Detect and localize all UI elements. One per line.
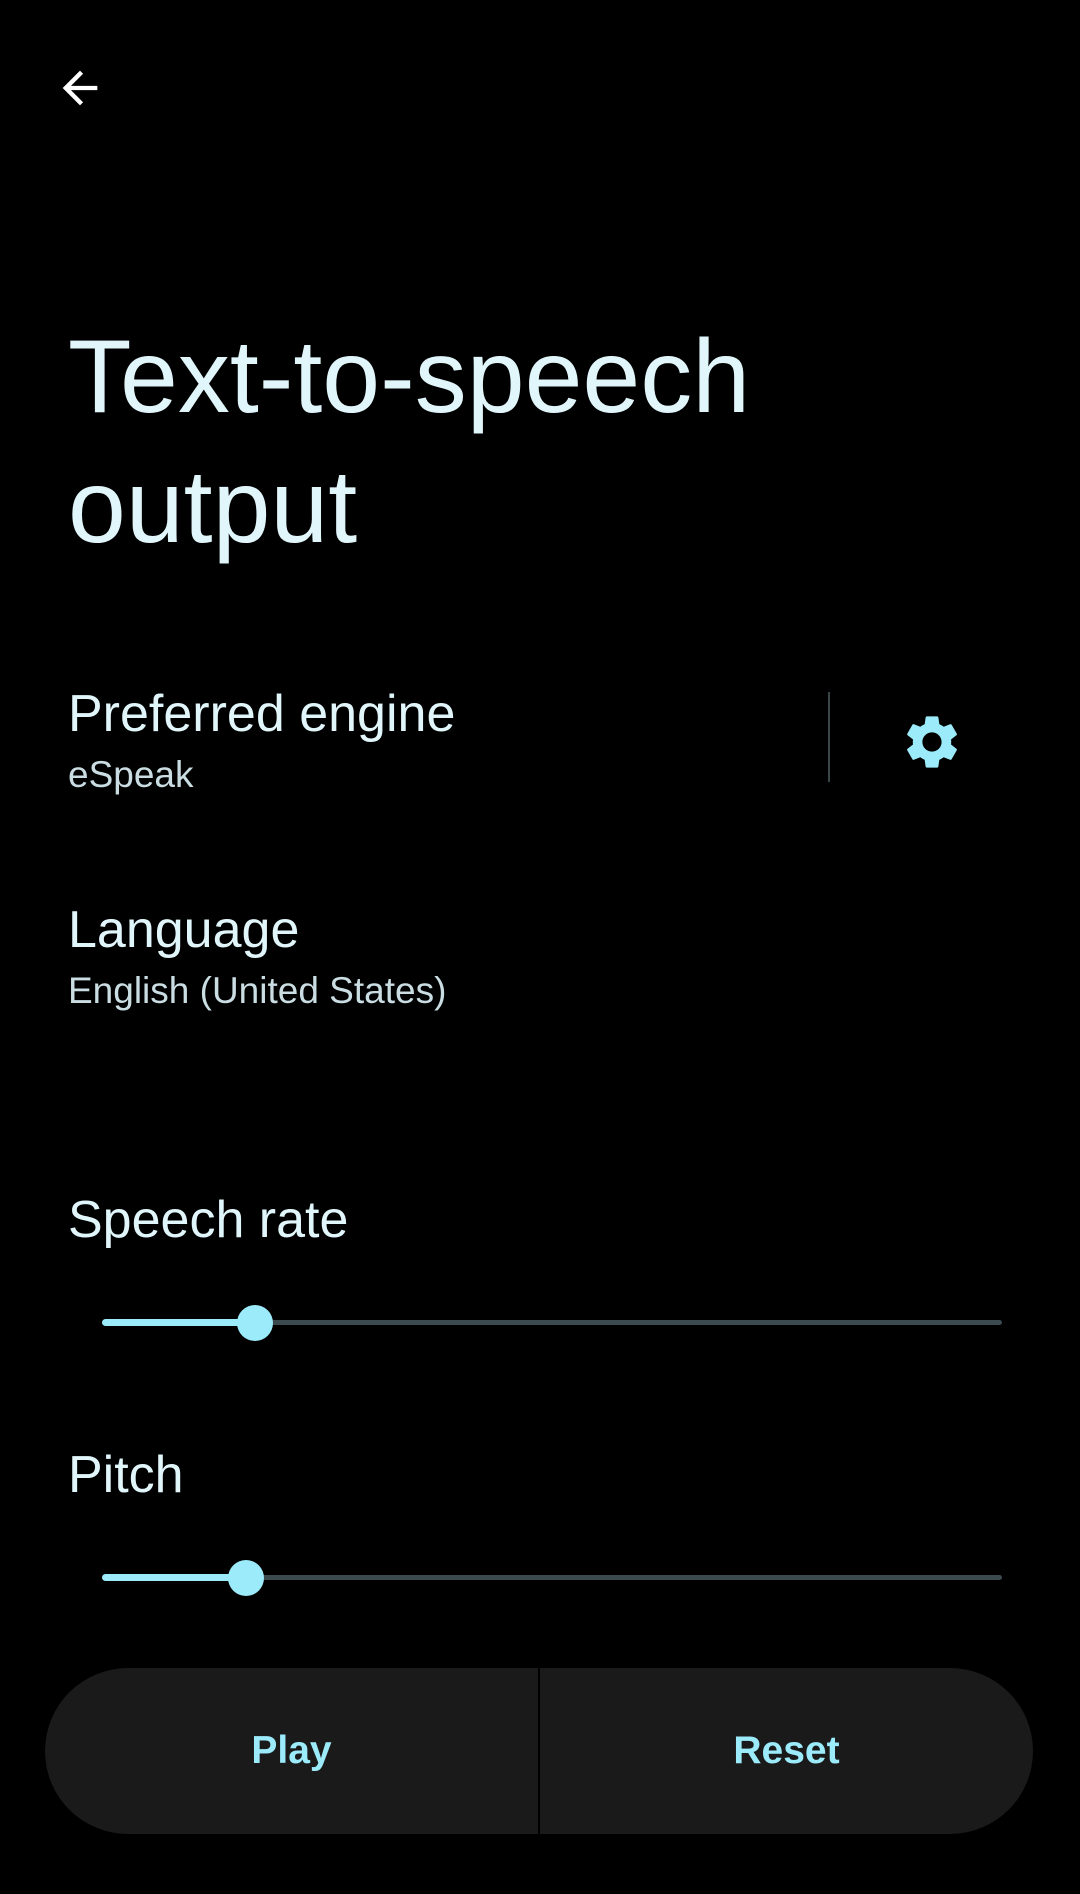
- language-value: English (United States): [68, 970, 447, 1011]
- speech-rate-title: Speech rate: [68, 1191, 349, 1249]
- pitch-thumb[interactable]: [228, 1560, 264, 1596]
- gear-icon: [907, 716, 957, 768]
- preferred-engine-value: eSpeak: [68, 754, 194, 795]
- language-item[interactable]: Language English (United States): [68, 898, 1008, 1028]
- play-button[interactable]: Play: [45, 1668, 538, 1834]
- page-title: Text-to-speech output: [68, 319, 751, 565]
- reset-button[interactable]: Reset: [540, 1668, 1033, 1834]
- preferred-engine-item[interactable]: Preferred engine eSpeak: [68, 682, 808, 802]
- divider: [828, 692, 830, 782]
- back-button[interactable]: [44, 52, 116, 124]
- language-title: Language: [68, 901, 300, 959]
- speech-rate-slider[interactable]: [102, 1293, 1002, 1353]
- pitch-slider[interactable]: [102, 1548, 1002, 1608]
- arrow-back-icon: [62, 70, 98, 106]
- preferred-engine-row: Preferred engine eSpeak: [0, 668, 1080, 818]
- engine-settings-button[interactable]: [886, 696, 978, 788]
- preferred-engine-title: Preferred engine: [68, 685, 456, 743]
- action-button-bar: Play Reset: [45, 1668, 1033, 1834]
- pitch-title: Pitch: [68, 1446, 184, 1504]
- pitch-fill: [102, 1574, 246, 1581]
- speech-rate-fill: [102, 1319, 255, 1326]
- speech-rate-thumb[interactable]: [237, 1305, 273, 1341]
